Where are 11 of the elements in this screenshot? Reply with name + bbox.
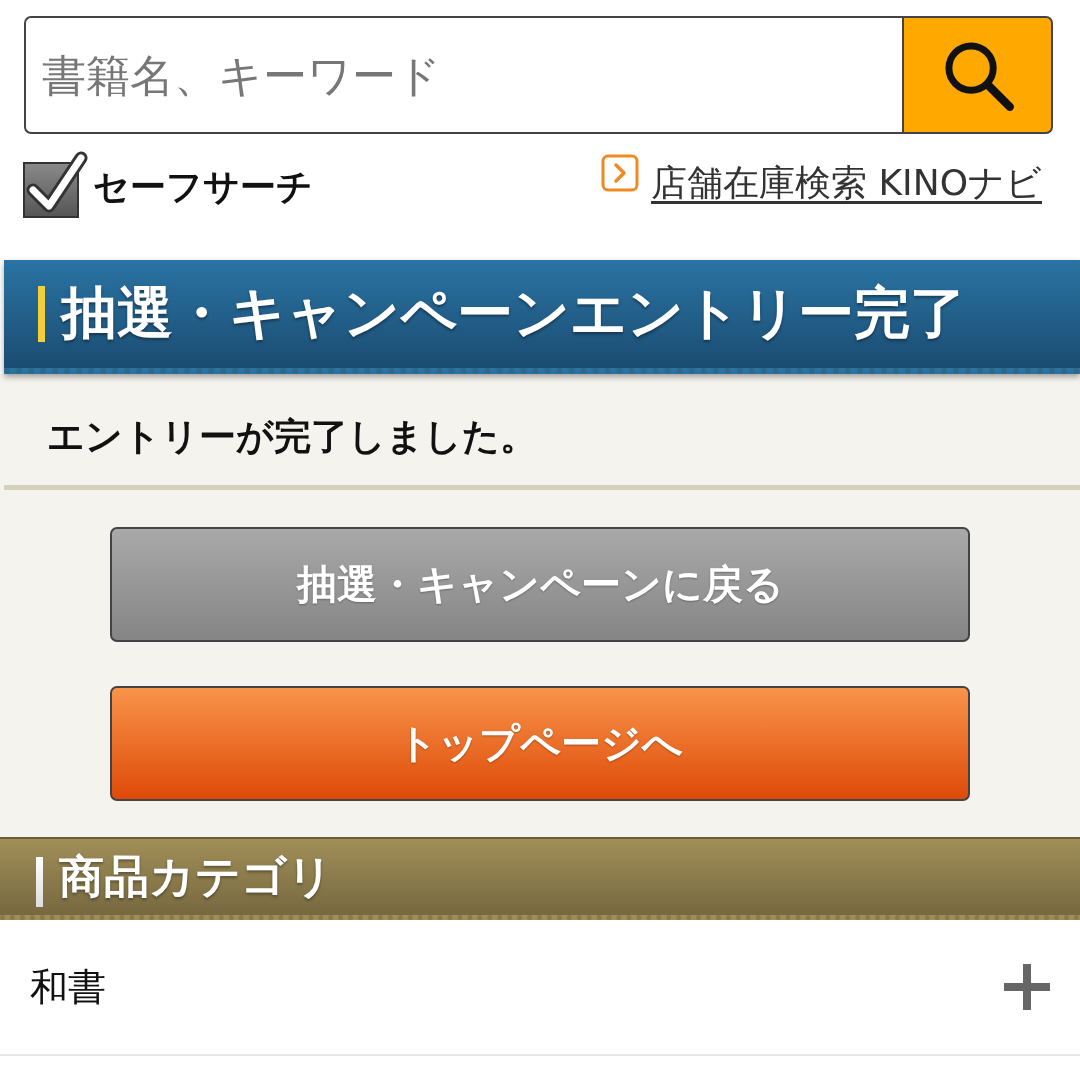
- safe-search-checkbox[interactable]: [23, 150, 89, 218]
- category-title: 商品カテゴリ: [59, 849, 333, 905]
- completion-message: エントリーが完了しました。: [47, 414, 537, 460]
- store-stock-search-link[interactable]: 店舗在庫検索 KINOナビ: [651, 159, 1042, 208]
- page-title: 抽選・キャンペーンエントリー完了: [61, 279, 966, 347]
- chevron-right-icon: [601, 154, 640, 192]
- search-field[interactable]: 書籍名、キーワード: [24, 16, 902, 134]
- heading-accent-bar: [38, 286, 45, 342]
- safe-search-label: セーフサーチ: [93, 165, 313, 209]
- search-button[interactable]: [902, 16, 1053, 134]
- heading-accent-bar: [36, 857, 43, 907]
